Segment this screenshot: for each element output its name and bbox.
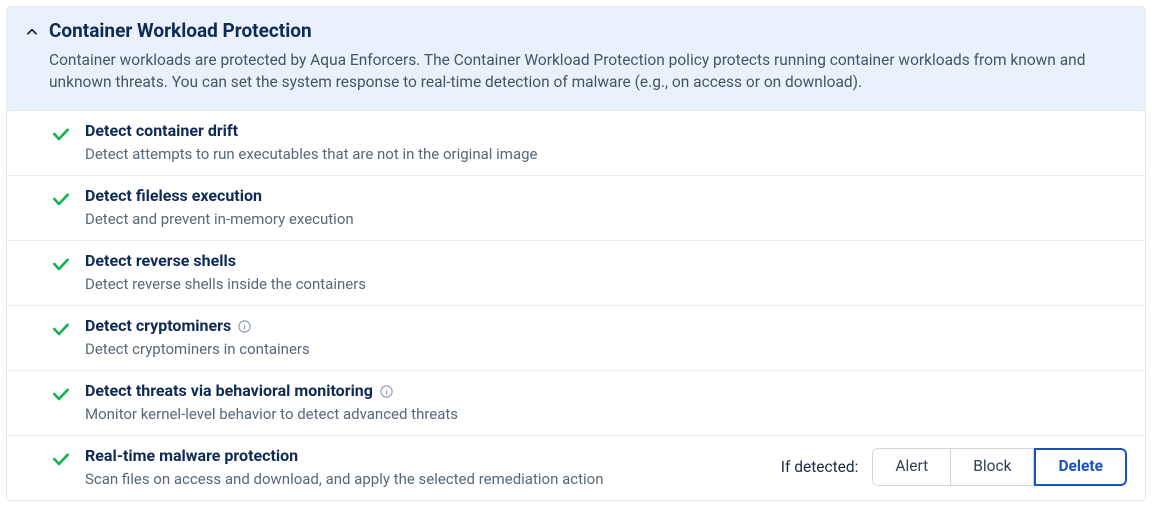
- info-icon[interactable]: [379, 384, 394, 399]
- policy-item: Real-time malware protection Scan files …: [7, 436, 1145, 500]
- remediation-option-delete[interactable]: Delete: [1034, 448, 1127, 486]
- policy-item-description: Detect attempts to run executables that …: [85, 145, 1127, 163]
- policy-item-title: Detect fileless execution: [85, 186, 262, 205]
- remediation-option-alert[interactable]: Alert: [872, 448, 951, 486]
- action-label: If detected:: [781, 458, 859, 476]
- policy-item: Detect container drift Detect attempts t…: [7, 111, 1145, 176]
- policy-item: Detect reverse shells Detect reverse she…: [7, 241, 1145, 306]
- policy-item: Detect fileless execution Detect and pre…: [7, 176, 1145, 241]
- container-workload-protection-panel: Container Workload Protection Container …: [6, 6, 1146, 501]
- policy-item: Detect cryptominers Detect cryptominers …: [7, 306, 1145, 371]
- check-icon: [51, 124, 71, 144]
- check-icon: [51, 449, 71, 469]
- policy-item-title: Detect reverse shells: [85, 251, 236, 270]
- check-icon: [51, 254, 71, 274]
- policy-item-description: Detect cryptominers in containers: [85, 340, 1127, 358]
- policy-item-title: Detect container drift: [85, 121, 238, 140]
- check-icon: [51, 319, 71, 339]
- policy-item-title: Detect cryptominers: [85, 316, 252, 335]
- policy-item-title: Detect threats via behavioral monitoring: [85, 381, 394, 400]
- panel-header: Container Workload Protection Container …: [7, 7, 1145, 111]
- policy-item: Detect threats via behavioral monitoring…: [7, 371, 1145, 436]
- policy-item-description: Detect reverse shells inside the contain…: [85, 275, 1127, 293]
- policy-item-description: Monitor kernel-level behavior to detect …: [85, 405, 1127, 423]
- info-icon[interactable]: [237, 319, 252, 334]
- check-icon: [51, 384, 71, 404]
- remediation-option-block[interactable]: Block: [951, 448, 1034, 486]
- remediation-action-area: If detected: AlertBlockDelete: [761, 448, 1127, 486]
- check-icon: [51, 189, 71, 209]
- policy-item-description: Scan files on access and download, and a…: [85, 470, 761, 488]
- panel-description: Container workloads are protected by Aqu…: [49, 49, 1127, 94]
- chevron-up-icon[interactable]: [25, 25, 39, 39]
- panel-title: Container Workload Protection: [49, 19, 312, 42]
- remediation-segmented-control: AlertBlockDelete: [872, 448, 1127, 486]
- policy-item-title: Real-time malware protection: [85, 446, 298, 465]
- policy-item-description: Detect and prevent in-memory execution: [85, 210, 1127, 228]
